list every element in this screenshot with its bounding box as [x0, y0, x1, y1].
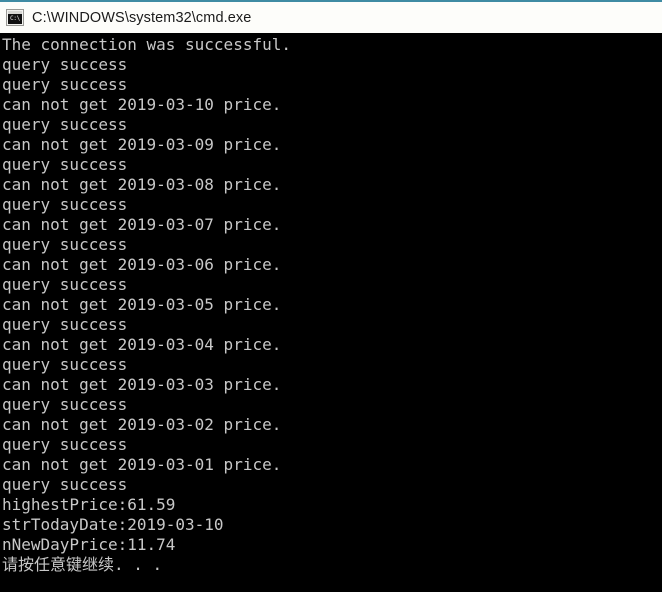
- console-line: query success: [2, 115, 128, 134]
- console-line: can not get 2019-03-06 price.: [2, 255, 282, 274]
- console-line: query success: [2, 315, 128, 334]
- console-line: query success: [2, 195, 128, 214]
- console-line: query success: [2, 435, 128, 454]
- console-line: can not get 2019-03-03 price.: [2, 375, 282, 394]
- cmd-console-icon: C:\: [6, 9, 24, 26]
- console-line: query success: [2, 235, 128, 254]
- console-line: query success: [2, 55, 128, 74]
- console-line: highestPrice:61.59: [2, 495, 176, 514]
- console-line: query success: [2, 355, 128, 374]
- console-line: The connection was successful.: [2, 35, 291, 54]
- console-line: strTodayDate:2019-03-10: [2, 515, 224, 534]
- cmd-icon-titlebar-strip: [8, 11, 22, 14]
- console-output-area[interactable]: The connection was successful. query succ…: [0, 33, 662, 592]
- console-line: can not get 2019-03-01 price.: [2, 455, 282, 474]
- console-line: can not get 2019-03-05 price.: [2, 295, 282, 314]
- cmd-window: C:\ C:\WINDOWS\system32\cmd.exe The conn…: [0, 0, 662, 592]
- window-title: C:\WINDOWS\system32\cmd.exe: [32, 9, 252, 26]
- console-line: 请按任意键继续. . .: [2, 555, 163, 574]
- console-line: nNewDayPrice:11.74: [2, 535, 176, 554]
- console-line: query success: [2, 475, 128, 494]
- titlebar[interactable]: C:\ C:\WINDOWS\system32\cmd.exe: [0, 2, 662, 33]
- console-line: can not get 2019-03-10 price.: [2, 95, 282, 114]
- console-line: query success: [2, 275, 128, 294]
- console-line: can not get 2019-03-02 price.: [2, 415, 282, 434]
- console-line: query success: [2, 75, 128, 94]
- console-line: query success: [2, 155, 128, 174]
- console-line: can not get 2019-03-04 price.: [2, 335, 282, 354]
- console-line: can not get 2019-03-08 price.: [2, 175, 282, 194]
- console-line: query success: [2, 395, 128, 414]
- console-line: can not get 2019-03-09 price.: [2, 135, 282, 154]
- cmd-icon-prompt-text: C:\: [8, 13, 22, 24]
- console-line: can not get 2019-03-07 price.: [2, 215, 282, 234]
